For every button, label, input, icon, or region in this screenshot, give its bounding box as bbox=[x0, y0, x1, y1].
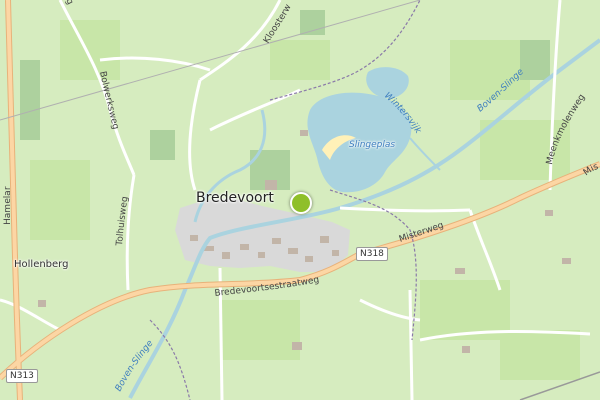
shield-n313: N313 bbox=[6, 369, 38, 383]
place-label-village: Hollenberg bbox=[14, 259, 69, 270]
label-kloosterweg: Kloosterweg bbox=[0, 0, 294, 45]
label-top-edge: g bbox=[63, 0, 75, 6]
map-view[interactable]: Misterweg Bredevoortsestraatweg Bolwerks… bbox=[0, 0, 600, 400]
label-hamelar: Hamelar bbox=[3, 186, 13, 225]
town-area bbox=[175, 198, 350, 272]
place-label-town: Bredevoort bbox=[196, 190, 274, 206]
stream bbox=[409, 137, 441, 171]
shield-n318: N318 bbox=[356, 247, 388, 261]
location-marker[interactable] bbox=[290, 192, 312, 214]
label-slingeplas: Slingeplas bbox=[349, 140, 396, 150]
